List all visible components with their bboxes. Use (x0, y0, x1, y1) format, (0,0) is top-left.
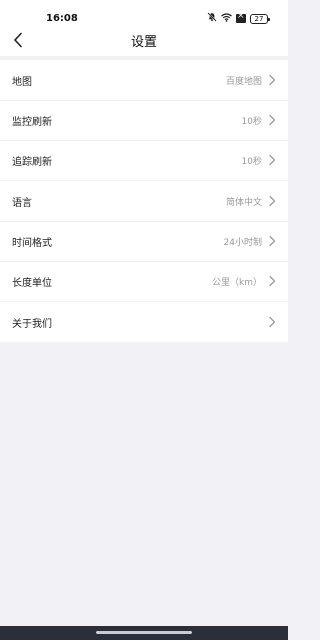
status-bar: 16:08 27 (0, 0, 288, 28)
chevron-right-icon (268, 316, 276, 328)
chevron-right-icon (268, 195, 276, 207)
row-label: 监控刷新 (12, 116, 52, 128)
row-label: 时间格式 (12, 237, 52, 249)
status-icons: 27 (207, 11, 270, 25)
settings-group-display: 语言 简体中文 时间格式 24小时制 长度单位 公里（km） (0, 181, 288, 301)
mute-bell-icon (207, 12, 217, 25)
chevron-right-icon (268, 275, 276, 287)
row-label: 追踪刷新 (12, 156, 52, 168)
row-label: 长度单位 (12, 277, 52, 289)
row-label: 关于我们 (12, 318, 52, 330)
box-x-icon (236, 11, 246, 23)
chevron-right-icon (268, 114, 276, 126)
row-value: 百度地图 (225, 76, 262, 87)
status-time: 16:08 (46, 13, 78, 24)
row-value: 公里（km） (212, 277, 262, 288)
row-value: 10秒 (241, 116, 262, 127)
row-value: 简体中文 (225, 197, 262, 208)
chevron-right-icon (268, 235, 276, 247)
settings-row-about-us[interactable]: 关于我们 (0, 302, 288, 342)
settings-row-track-refresh[interactable]: 追踪刷新 10秒 (0, 140, 288, 180)
gesture-bar (0, 626, 288, 640)
settings-row-time-format[interactable]: 时间格式 24小时制 (0, 221, 288, 261)
row-value: 24小时制 (223, 237, 262, 248)
row-label: 地图 (12, 76, 32, 88)
chevron-right-icon (268, 154, 276, 166)
battery-icon: 27 (250, 13, 270, 24)
settings-row-length-unit[interactable]: 长度单位 公里（km） (0, 261, 288, 301)
settings-row-map[interactable]: 地图 百度地图 (0, 60, 288, 100)
row-label: 语言 (12, 197, 32, 209)
page-title: 设置 (130, 35, 157, 50)
home-indicator[interactable] (96, 631, 192, 634)
wifi-icon (221, 12, 232, 25)
settings-group-general: 地图 百度地图 监控刷新 10秒 追踪刷新 10秒 (0, 60, 288, 180)
chevron-right-icon (268, 74, 276, 86)
settings-row-monitor-refresh[interactable]: 监控刷新 10秒 (0, 100, 288, 140)
settings-row-language[interactable]: 语言 简体中文 (0, 181, 288, 221)
nav-bar: 设置 (0, 28, 288, 56)
settings-group-about: 关于我们 (0, 302, 288, 342)
row-value: 10秒 (241, 156, 262, 167)
